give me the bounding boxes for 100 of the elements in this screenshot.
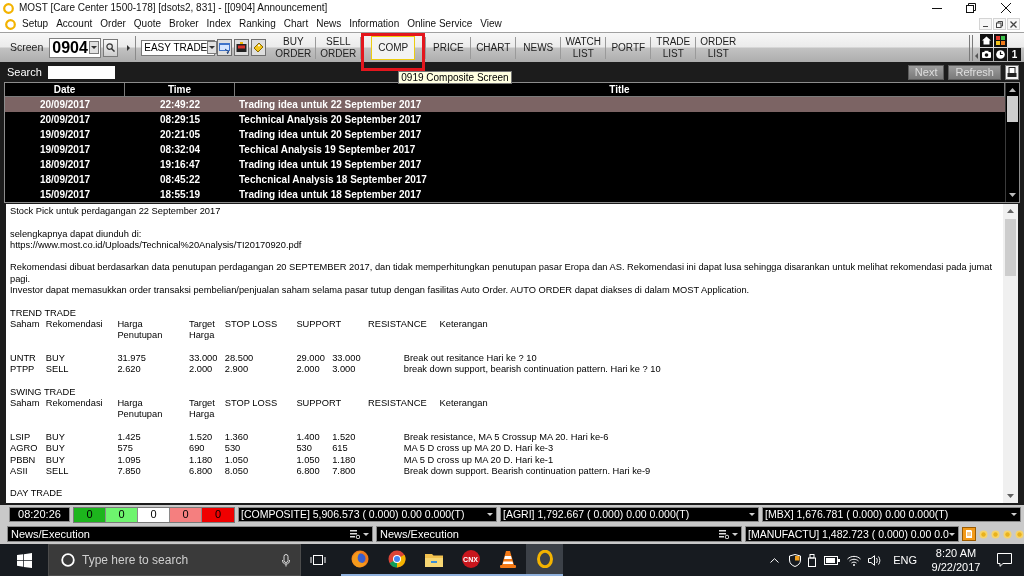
- drive-icon[interactable]: [808, 553, 817, 567]
- feed-selector[interactable]: News/Execution: [376, 526, 742, 542]
- menu-item[interactable]: Broker: [169, 19, 199, 29]
- index-ticker[interactable]: [MBX] 1,676.781 ( 0.000) 0.00 0.000(T): [762, 507, 1021, 522]
- table-cell: 3.000: [332, 364, 356, 376]
- search-field[interactable]: [47, 65, 115, 79]
- table-cell: 575: [117, 443, 133, 455]
- trade-mode-field[interactable]: EASY TRADE: [141, 39, 216, 56]
- scrollbar-thumb[interactable]: [1005, 219, 1016, 276]
- toolbar-button[interactable]: NEWS: [516, 35, 561, 60]
- close-icon[interactable]: [1001, 3, 1011, 13]
- column-header: STOP LOSS: [224, 398, 278, 411]
- light-icon: [1003, 529, 1012, 539]
- shield-icon[interactable]: [789, 553, 802, 567]
- menu-item[interactable]: Online Service: [407, 19, 473, 29]
- menu-item[interactable]: Index: [206, 19, 231, 29]
- caret-icon: [209, 46, 216, 49]
- column-header: SUPPORT: [296, 318, 342, 331]
- menu-item[interactable]: Quote: [133, 19, 162, 29]
- date-cell-text: 19/09/2017: [38, 142, 92, 157]
- scrollbar[interactable]: [1003, 204, 1018, 503]
- wifi-icon[interactable]: [847, 554, 862, 566]
- menu-item[interactable]: Chart: [283, 19, 309, 29]
- toolbar-button[interactable]: TRADE LIST: [651, 35, 696, 60]
- windows-logo-icon[interactable]: [16, 552, 32, 568]
- search-field[interactable]: Type here to search: [48, 544, 301, 576]
- grid-icon[interactable]: [994, 34, 1007, 47]
- column-header: Saham: [10, 398, 40, 411]
- note-icon[interactable]: [962, 527, 976, 541]
- arrow-up-icon[interactable]: [1007, 209, 1014, 213]
- dropdown-button[interactable]: [207, 41, 218, 54]
- menu-item[interactable]: Order: [100, 19, 126, 29]
- table-row[interactable]: 20/09/2017 22:49:22 Trading idea untuk 22 September 2017: [5, 97, 1005, 112]
- table-cell: 1.050: [296, 454, 320, 466]
- page-number[interactable]: 1: [1008, 48, 1021, 61]
- column-header: SUPPORT: [296, 398, 342, 411]
- arrow-up-icon[interactable]: [1009, 88, 1016, 92]
- date-cell-text: 18/09/2017: [38, 172, 92, 187]
- caret-icon: [91, 46, 98, 49]
- clock-icon[interactable]: [994, 48, 1007, 61]
- table-cell: ASII: [10, 465, 28, 478]
- toolbar-button[interactable]: BUY ORDER: [271, 35, 316, 60]
- tag-icon[interactable]: [251, 39, 267, 56]
- toolbar-button[interactable]: PORTF: [606, 35, 651, 60]
- toolbar-button[interactable]: WATCH LIST: [561, 35, 606, 60]
- window-icon[interactable]: [217, 39, 233, 56]
- notification-icon[interactable]: [996, 553, 1012, 567]
- toolbar-button[interactable]: PRICE: [426, 35, 471, 60]
- camera-icon[interactable]: [980, 48, 993, 61]
- feed-selector[interactable]: News/Execution: [7, 526, 373, 542]
- speaker-icon[interactable]: [868, 554, 882, 566]
- toolbar-button[interactable]: SELL ORDER: [316, 35, 361, 60]
- arrow-down-icon[interactable]: [1009, 193, 1016, 197]
- index-ticker[interactable]: [COMPOSITE] 5,906.573 ( 0.000) 0.00 0.000(T): [238, 507, 497, 522]
- restore-icon: [996, 20, 1003, 28]
- ring-icon: [3, 2, 14, 14]
- table-cell: 1.425: [117, 431, 141, 444]
- title-cell-text: Techcnical Analysis 18 September 2017: [238, 172, 428, 187]
- table-cell: LSIP: [10, 431, 31, 444]
- arrow-down-icon[interactable]: [1007, 494, 1014, 498]
- scrollbar[interactable]: [1005, 83, 1019, 202]
- table-cell: 1.360: [224, 431, 249, 444]
- close-button[interactable]: [1007, 18, 1020, 30]
- minimize-icon[interactable]: [932, 7, 942, 9]
- taskbar-date[interactable]: 9/22/2017: [931, 560, 981, 574]
- scrollbar-thumb[interactable]: [1007, 96, 1018, 122]
- restore-icon[interactable]: [966, 3, 976, 13]
- toolbar-button[interactable]: CHART: [471, 35, 516, 60]
- minimize-button[interactable]: [979, 18, 992, 30]
- taskbar-time[interactable]: 8:20 AM: [935, 546, 977, 560]
- task-view-icon[interactable]: [310, 554, 326, 566]
- table-cell: 33.000: [332, 352, 361, 365]
- home-icon[interactable]: [980, 34, 993, 47]
- screen-code-field[interactable]: 0904: [49, 37, 102, 58]
- table-cell: 28.500: [224, 352, 254, 365]
- toolbar-button[interactable]: ORDER LIST: [696, 35, 741, 60]
- chevron-up-icon[interactable]: [770, 557, 780, 563]
- menu-item[interactable]: Information: [349, 19, 400, 29]
- print-icon[interactable]: [1005, 64, 1019, 80]
- search-button[interactable]: [103, 38, 119, 57]
- table-cell: BUY: [45, 352, 65, 365]
- menu-item[interactable]: Ranking: [239, 19, 276, 29]
- menu-item[interactable]: News: [316, 19, 342, 29]
- menu-item[interactable]: View: [480, 19, 502, 29]
- menu-item[interactable]: Setup: [22, 19, 49, 29]
- microphone-icon[interactable]: [282, 553, 290, 567]
- index-ticker[interactable]: [MANUFACTU] 1,482.723 ( 0.000) 0.00 0.0: [745, 526, 959, 542]
- table-cell: 615: [332, 443, 348, 455]
- dropdown-button[interactable]: [89, 41, 100, 54]
- language-indicator[interactable]: ENG: [893, 554, 917, 566]
- index-ticker[interactable]: [AGRI] 1,792.667 ( 0.000) 0.00 0.000(T): [500, 507, 759, 522]
- toolbar-button[interactable]: COMP: [371, 36, 416, 60]
- restore-button[interactable]: [993, 18, 1006, 30]
- chevron-icon[interactable]: [127, 44, 131, 51]
- screen-label: Screen: [10, 42, 44, 53]
- toolbox-icon[interactable]: [234, 39, 250, 56]
- table-cell: 1.050: [224, 454, 249, 466]
- battery-icon[interactable]: [824, 555, 841, 565]
- caret-icon: [749, 513, 755, 516]
- menu-item[interactable]: Account: [56, 19, 93, 29]
